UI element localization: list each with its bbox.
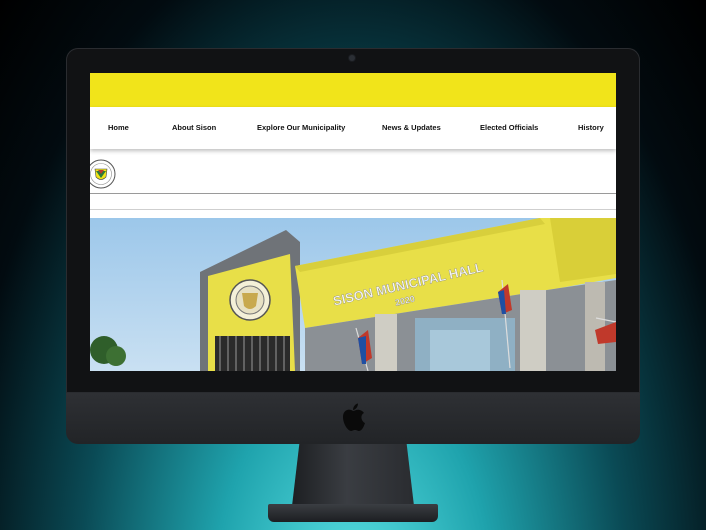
nav-history[interactable]: History [578,123,604,132]
nav-news-updates[interactable]: News & Updates [382,123,441,132]
hero-image: SISON MUNICIPAL HALL 2020 [90,218,616,371]
municipal-hall-photo: SISON MUNICIPAL HALL 2020 [90,218,616,371]
header-divider [90,209,616,210]
monitor-stand-base [268,504,438,522]
nav-home[interactable]: Home [108,123,129,132]
monitor-stand-neck [292,444,414,506]
browser-screen: Home About Sison Explore Our Municipalit… [90,73,616,371]
apple-logo-icon [343,403,365,431]
nav-elected-officials[interactable]: Elected Officials [480,123,538,132]
main-navigation: Home About Sison Explore Our Municipalit… [90,107,616,149]
logo-header [90,155,616,194]
nav-about-sison[interactable]: About Sison [172,123,216,132]
camera-icon [349,55,355,61]
municipal-seal-icon[interactable] [90,159,116,189]
top-yellow-bar [90,73,616,107]
nav-explore-municipality[interactable]: Explore Our Municipality [257,123,345,132]
